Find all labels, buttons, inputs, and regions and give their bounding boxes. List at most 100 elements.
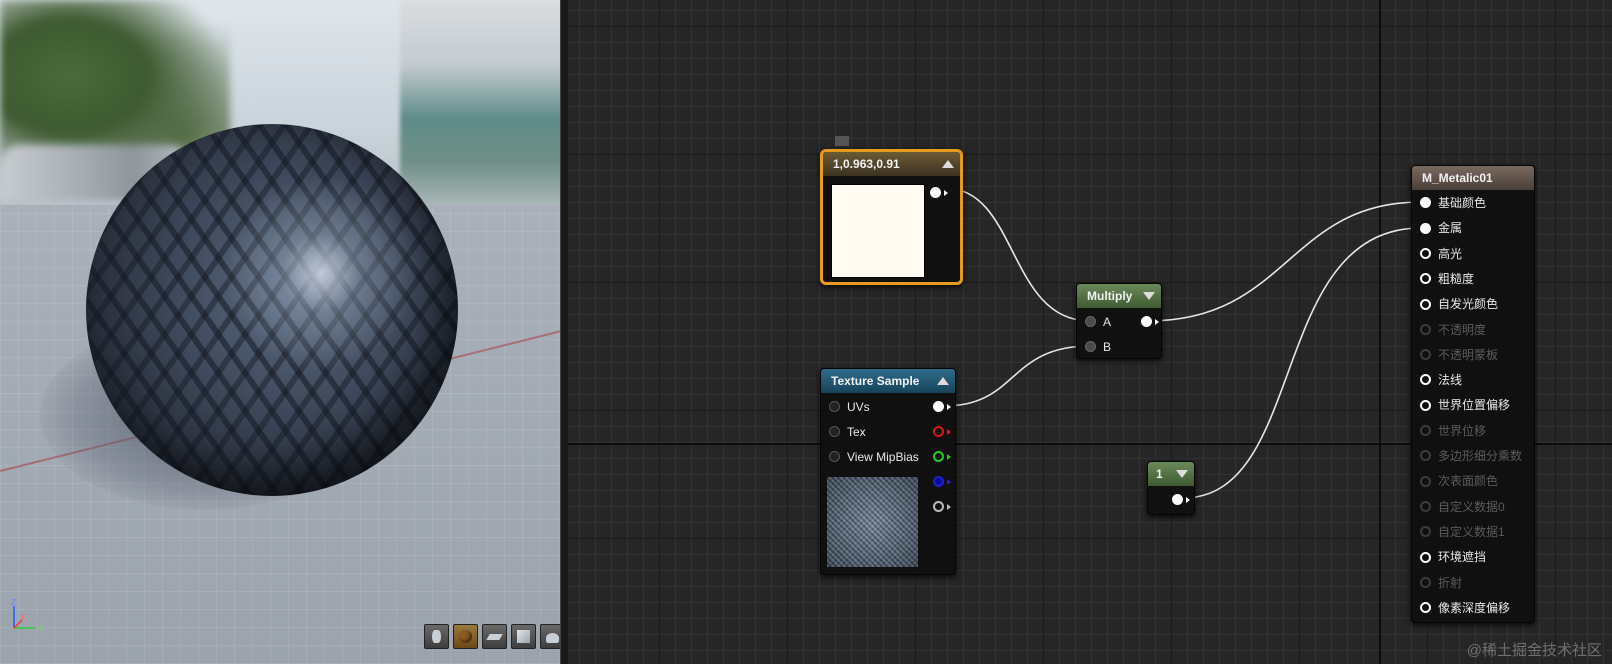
material-input-row[interactable]: 环境遮挡 [1420,547,1486,567]
input-pin-icon[interactable] [1420,576,1431,588]
input-pin-icon[interactable] [1420,349,1431,361]
material-input-label: 折射 [1438,575,1463,590]
input-uvs[interactable]: UVs [829,397,870,417]
output-a-pin[interactable] [933,497,951,517]
material-input-label: 像素深度偏移 [1438,600,1511,615]
material-input-row[interactable]: 像素深度偏移 [1420,598,1510,618]
node-header[interactable]: Texture Sample [821,369,955,393]
preview-sphere [86,124,458,496]
node-drag-tab[interactable] [835,136,849,146]
input-pin-icon[interactable] [1420,526,1431,538]
input-pin-icon[interactable] [829,426,840,438]
node-header[interactable]: 1 [1148,462,1194,486]
material-input-row[interactable]: 不透明度 [1420,320,1486,340]
material-input-label: 自定义数据1 [1438,524,1505,539]
axis-z-label: Z [11,598,17,607]
input-pin-icon[interactable] [1420,273,1431,285]
collapse-arrow-icon[interactable] [1176,470,1188,478]
output-r-pin[interactable] [933,422,951,442]
input-pin-icon[interactable] [1420,247,1431,259]
preview-shape-toolbar [424,624,565,649]
multiply-output-pin[interactable] [1141,312,1159,332]
input-pin-icon[interactable] [829,451,840,463]
input-pin-icon[interactable] [1420,602,1431,614]
input-pin-icon[interactable] [1420,399,1431,411]
material-input-label: 次表面颜色 [1438,474,1499,489]
input-pin-icon[interactable] [1085,341,1096,353]
material-input-row[interactable]: 高光 [1420,244,1462,264]
output-b-pin[interactable] [933,472,951,492]
input-pin-icon[interactable] [1420,374,1431,386]
texture-sample-node[interactable]: Texture Sample UVs Tex View MipBias [820,368,956,575]
input-pin-icon[interactable] [1420,500,1431,512]
cube-icon[interactable] [511,624,536,649]
texture-thumbnail [827,477,918,567]
material-input-label: 环境遮挡 [1438,550,1487,565]
constant3-vector-node[interactable]: 1,0.963,0.91 [820,136,963,285]
material-input-row[interactable]: 自定义数据1 [1420,522,1505,542]
axis-y-label: Y [37,624,43,633]
material-input-row[interactable]: 粗糙度 [1420,269,1474,289]
material-input-row[interactable]: 自定义数据0 [1420,497,1505,517]
scalar-constant-node[interactable]: 1 [1147,461,1195,515]
material-input-row[interactable]: 多边形细分乘数 [1420,446,1522,466]
scalar-title: 1 [1156,467,1163,481]
input-tex[interactable]: Tex [829,422,866,442]
collapse-arrow-icon[interactable] [937,377,949,385]
sphere-icon[interactable] [453,624,478,649]
wire-texture-uvs-to-multiply-b [943,345,1091,407]
material-input-row[interactable]: 次表面颜色 [1420,471,1498,491]
material-preview-viewport[interactable]: Z X Y [0,0,578,664]
building-background [400,0,578,215]
material-input-row[interactable]: 折射 [1420,573,1462,593]
material-graph-canvas[interactable]: 1,0.963,0.91 Multiply A B Texture Sample [568,0,1612,664]
multiply-title: Multiply [1087,289,1133,303]
material-input-row[interactable]: 金属 [1420,218,1462,238]
material-input-label: 世界位移 [1438,423,1487,438]
cylinder-icon[interactable] [424,624,449,649]
output-g-pin[interactable] [933,447,951,467]
input-pin-icon[interactable] [1420,425,1431,437]
plane-icon[interactable] [482,624,507,649]
node-header[interactable]: Multiply [1077,284,1161,308]
input-pin-icon[interactable] [1420,298,1431,310]
input-pin-icon[interactable] [1420,197,1431,209]
material-input-label: 自定义数据0 [1438,499,1505,514]
material-input-row[interactable]: 自发光颜色 [1420,294,1498,314]
watermark: @稀土掘金技术社区 [1466,642,1602,659]
input-pin-icon[interactable] [829,401,840,413]
material-input-row[interactable]: 世界位置偏移 [1420,395,1510,415]
output-rgb-pin[interactable] [933,397,951,417]
material-input-label: 法线 [1438,373,1463,388]
node-header[interactable]: 1,0.963,0.91 [823,152,960,176]
material-input-row[interactable]: 世界位移 [1420,421,1486,441]
material-input-label: 世界位置偏移 [1438,398,1511,413]
color-swatch [831,184,925,278]
material-input-row[interactable]: 法线 [1420,370,1462,390]
input-pin-icon[interactable] [1420,222,1431,234]
node-header[interactable]: M_Metalic01 [1412,166,1534,190]
wire-scalar-to-metallic [1182,227,1422,499]
material-input-row[interactable]: 基础颜色 [1420,193,1486,213]
input-pin-icon[interactable] [1085,316,1096,328]
input-pin-icon[interactable] [1420,450,1431,462]
scalar-output-pin[interactable] [1172,490,1190,510]
constant3-output-pin[interactable] [930,185,948,203]
input-view-mip-bias[interactable]: View MipBias [829,447,919,467]
material-input-label: 粗糙度 [1438,271,1475,286]
multiply-input-b[interactable]: B [1085,337,1111,357]
wire-multiply-to-base-color [1147,201,1422,322]
material-result-node[interactable]: M_Metalic01 基础颜色金属高光粗糙度自发光颜色不透明度不透明蒙板法线世… [1411,165,1535,623]
material-input-label: 不透明蒙板 [1438,347,1499,362]
multiply-input-a[interactable]: A [1085,312,1111,332]
axis-gizmo-icon: Z X Y [11,598,43,633]
material-input-label: 自发光颜色 [1438,297,1499,312]
collapse-arrow-icon[interactable] [1143,292,1155,300]
input-pin-icon[interactable] [1420,323,1431,335]
wire-constant3-to-multiply-a [944,187,1091,322]
input-pin-icon[interactable] [1420,551,1431,563]
input-pin-icon[interactable] [1420,475,1431,487]
multiply-node[interactable]: Multiply A B [1076,283,1162,359]
material-input-row[interactable]: 不透明蒙板 [1420,345,1498,365]
collapse-arrow-icon[interactable] [942,160,954,168]
